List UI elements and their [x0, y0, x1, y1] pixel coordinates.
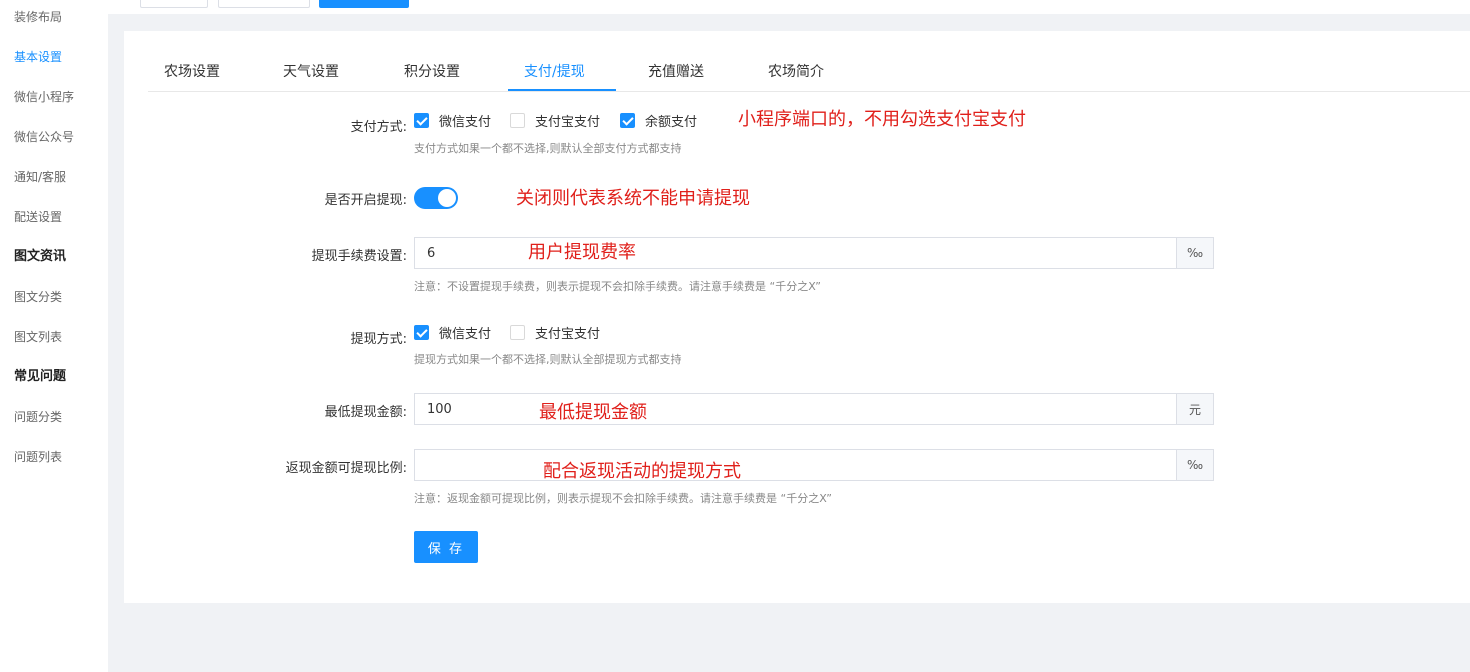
sidebar-item-faq-list[interactable]: 问题列表 — [14, 449, 62, 465]
withdraw-enabled-label: 是否开启提现: — [324, 193, 407, 208]
top-button-1[interactable] — [140, 0, 208, 8]
checkbox-label: 微信支付 — [439, 327, 492, 342]
checkbox-label: 余额支付 — [645, 115, 698, 130]
payment-method-hint: 支付方式如果一个都不选择,则默认全部支付方式都支持 — [414, 142, 682, 155]
checkbox-label: 支付宝支付 — [535, 115, 601, 130]
sidebar-item-article-list[interactable]: 图文列表 — [14, 329, 62, 345]
annotation-fee: 用户提现费率 — [528, 242, 636, 263]
sidebar-item-delivery[interactable]: 配送设置 — [14, 209, 62, 225]
sidebar-group-faq: 常见问题 — [14, 369, 67, 384]
tab-weather-settings[interactable]: 天气设置 — [283, 61, 339, 81]
checkbox-label: 支付宝支付 — [535, 327, 601, 342]
tab-farm-settings[interactable]: 农场设置 — [164, 61, 220, 81]
sidebar-item-article-category[interactable]: 图文分类 — [14, 289, 62, 305]
tab-recharge-bonus[interactable]: 充值赠送 — [648, 61, 704, 81]
payment-alipay-checkbox[interactable]: 支付宝支付 — [510, 111, 600, 130]
top-toolbar — [108, 0, 1470, 14]
top-button-primary[interactable] — [319, 0, 409, 8]
tab-points-settings[interactable]: 积分设置 — [404, 61, 460, 81]
withdraw-method-hint: 提现方式如果一个都不选择,则默认全部提现方式都支持 — [414, 353, 682, 366]
checkbox-checked-icon — [620, 113, 635, 128]
fee-hint: 注意：不设置提现手续费，则表示提现不会扣除手续费。请注意手续费是 “千分之X” — [414, 280, 821, 293]
sidebar-group-articles: 图文资讯 — [14, 249, 67, 264]
checkbox-checked-icon — [414, 113, 429, 128]
withdraw-wechat-checkbox[interactable]: 微信支付 — [414, 323, 491, 342]
checkbox-unchecked-icon — [510, 113, 525, 128]
min-amount-unit: 元 — [1176, 393, 1214, 425]
fee-unit: ‰ — [1176, 237, 1214, 269]
payment-balance-checkbox[interactable]: 余额支付 — [620, 111, 697, 130]
withdraw-enabled-switch[interactable] — [414, 187, 458, 209]
min-amount-label: 最低提现金额: — [324, 405, 407, 420]
sidebar-item-faq-category[interactable]: 问题分类 — [14, 409, 62, 425]
sidebar-item-layout[interactable]: 装修布局 — [14, 9, 62, 25]
payment-wechat-checkbox[interactable]: 微信支付 — [414, 111, 491, 130]
sidebar-item-basic-settings[interactable]: 基本设置 — [14, 49, 62, 65]
withdraw-alipay-checkbox[interactable]: 支付宝支付 — [510, 323, 600, 342]
tab-farm-intro[interactable]: 农场简介 — [768, 61, 824, 81]
annotation-payment: 小程序端口的，不用勾选支付宝支付 — [738, 109, 1026, 130]
save-button[interactable]: 保 存 — [414, 531, 478, 563]
tab-bar: 农场设置 天气设置 积分设置 支付/提现 充值赠送 农场简介 — [148, 31, 1470, 92]
withdraw-method-label: 提现方式: — [350, 332, 407, 347]
active-tab-indicator — [508, 89, 616, 91]
tab-payment-withdraw[interactable]: 支付/提现 — [524, 61, 585, 81]
top-button-2[interactable] — [218, 0, 310, 8]
sidebar-item-wechat-miniprogram[interactable]: 微信小程序 — [14, 89, 74, 105]
fee-label: 提现手续费设置: — [311, 249, 407, 264]
payment-method-label: 支付方式: — [350, 120, 407, 135]
sidebar: 装修布局 基本设置 微信小程序 微信公众号 通知/客服 配送设置 图文资讯 图文… — [0, 0, 108, 672]
cashback-ratio-hint: 注意：返现金额可提现比例，则表示提现不会扣除手续费。请注意手续费是 “千分之X” — [414, 492, 832, 505]
switch-knob — [438, 189, 456, 207]
cashback-ratio-label: 返现金额可提现比例: — [285, 461, 407, 476]
min-amount-input-group: 元 — [414, 393, 1214, 425]
cashback-ratio-unit: ‰ — [1176, 449, 1214, 481]
checkbox-checked-icon — [414, 325, 429, 340]
annotation-withdraw: 关闭则代表系统不能申请提现 — [516, 188, 750, 209]
cashback-ratio-input[interactable] — [414, 449, 1176, 481]
min-amount-input[interactable] — [414, 393, 1176, 425]
cashback-ratio-input-group: ‰ — [414, 449, 1214, 481]
annotation-min-amount: 最低提现金额 — [539, 402, 647, 423]
checkbox-label: 微信支付 — [439, 115, 492, 130]
settings-card: 农场设置 天气设置 积分设置 支付/提现 充值赠送 农场简介 支付方式: 微信支… — [124, 31, 1470, 603]
sidebar-item-wechat-official[interactable]: 微信公众号 — [14, 129, 74, 145]
checkbox-unchecked-icon — [510, 325, 525, 340]
annotation-cashback: 配合返现活动的提现方式 — [543, 461, 741, 482]
sidebar-item-notify[interactable]: 通知/客服 — [14, 169, 66, 185]
